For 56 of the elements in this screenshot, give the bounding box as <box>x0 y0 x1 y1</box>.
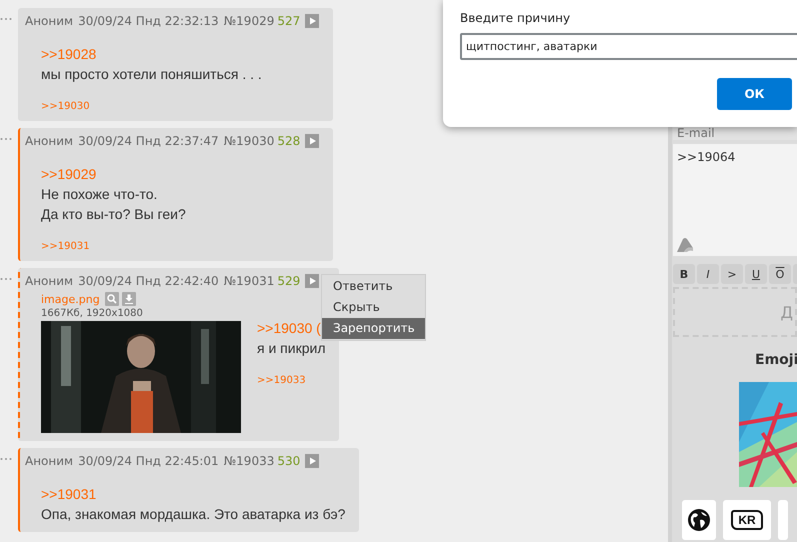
post-count: 530 <box>277 454 300 468</box>
message-field[interactable]: >>19064 <box>673 144 797 256</box>
post-text-line: Да кто вы-то? Вы геи? <box>41 205 187 224</box>
post-text-line: мы просто хотели поняшиться . . . <box>41 65 263 84</box>
post-date: 30/09/24 Пнд 22:42:40 <box>78 274 219 288</box>
post-text-line: Опа, знакомая мордашка. Это аватарка из бэ? <box>41 505 346 524</box>
post-count: 527 <box>277 14 300 28</box>
search-icon[interactable] <box>104 292 119 306</box>
post-number[interactable]: №19029 <box>224 14 274 28</box>
format-button[interactable]: O <box>769 264 791 284</box>
dots-icon[interactable] <box>0 457 12 461</box>
author-name: Аноним <box>25 274 74 288</box>
post-number[interactable]: №19031 <box>224 274 274 288</box>
globe-icon <box>687 508 711 532</box>
reason-field[interactable]: щитпостинг, аватарки <box>460 33 797 60</box>
post-count: 528 <box>277 134 300 148</box>
emoji-button[interactable]: KR <box>723 500 771 540</box>
play-icon[interactable] <box>305 134 320 148</box>
quote-link[interactable]: >>19029 <box>41 164 320 184</box>
menu-item[interactable]: Скрыть <box>322 297 425 318</box>
play-icon[interactable] <box>305 454 320 468</box>
dots-icon[interactable] <box>0 277 12 281</box>
author-name: Аноним <box>25 134 74 148</box>
author-name: Аноним <box>25 14 74 28</box>
file-info: 1667Кб, 1920x1080 <box>41 308 144 319</box>
dots-icon[interactable] <box>0 17 12 21</box>
format-button[interactable]: U <box>745 264 767 284</box>
format-button[interactable]: > <box>721 264 743 284</box>
post-date: 30/09/24 Пнд 22:32:13 <box>78 14 219 28</box>
post-count: 529 <box>277 274 300 288</box>
quote-link[interactable]: >>19028 <box>41 44 320 64</box>
ok-button[interactable]: ОК <box>717 78 792 110</box>
post-number[interactable]: №19033 <box>224 454 274 468</box>
quote-link[interactable]: >>19031 <box>41 484 346 504</box>
reply-link[interactable]: >>19030 <box>41 101 90 112</box>
format-button[interactable]: I <box>697 264 719 284</box>
menu-item[interactable]: Зарепортить <box>322 318 425 339</box>
author-name: Аноним <box>25 454 74 468</box>
menu-item[interactable]: Ответить <box>322 276 425 297</box>
post-text-line: я и пикрил <box>257 339 326 358</box>
play-icon[interactable] <box>305 14 320 28</box>
emoji-button[interactable] <box>682 500 716 540</box>
file-link[interactable]: image.png <box>41 292 100 306</box>
reply-link[interactable]: >>19033 <box>257 375 306 386</box>
reply-link[interactable]: >>19031 <box>41 241 90 252</box>
post-date: 30/09/24 Пнд 22:37:47 <box>78 134 219 148</box>
section-title: Emoji <box>754 352 797 368</box>
format-button[interactable]: B <box>673 264 695 284</box>
dialog-label: Введите причину <box>460 10 572 26</box>
post-text-line: Не похоже что-то. <box>41 185 158 204</box>
download-icon[interactable] <box>122 292 136 306</box>
post-number[interactable]: №19030 <box>224 134 274 148</box>
post-date: 30/09/24 Пнд 22:45:01 <box>78 454 219 468</box>
logo-icon <box>676 237 694 253</box>
dots-icon[interactable] <box>0 137 12 141</box>
play-icon[interactable] <box>305 274 320 288</box>
